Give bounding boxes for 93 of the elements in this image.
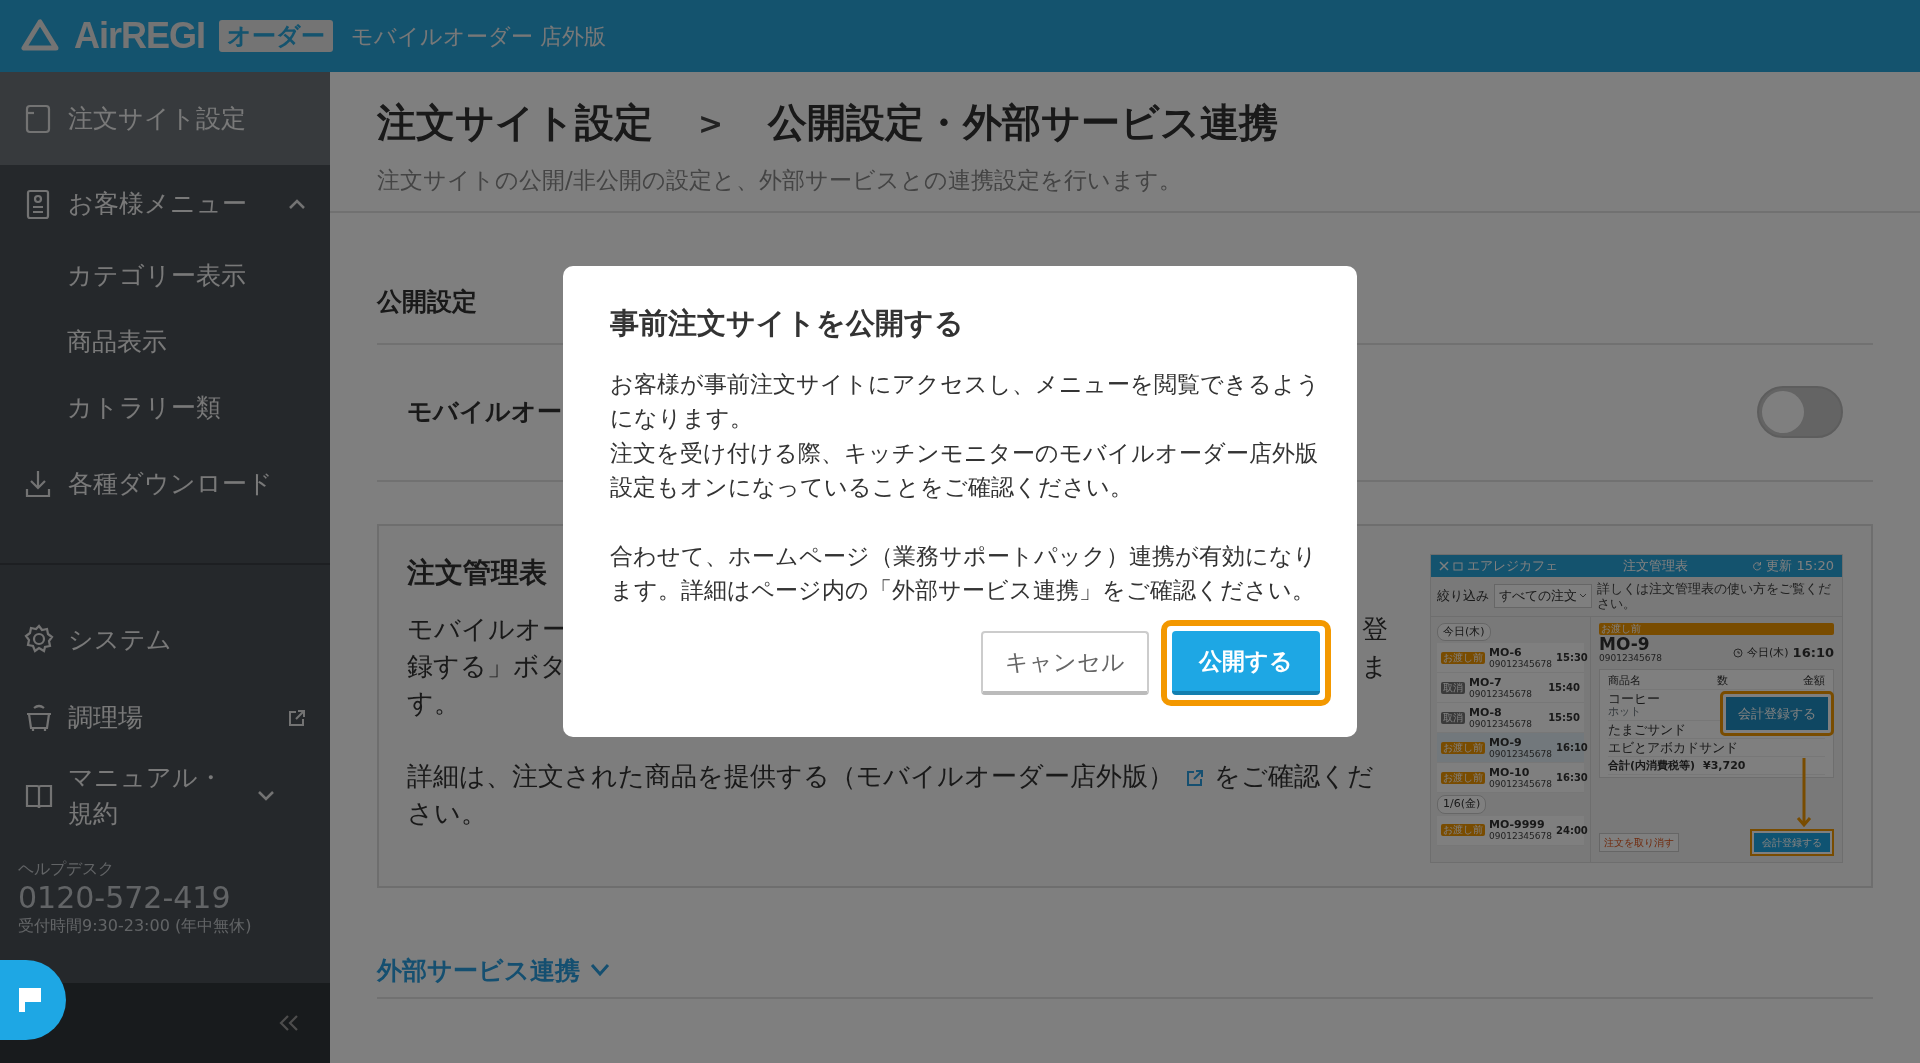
card-text: ま — [1361, 650, 1388, 684]
sidebar-subitem[interactable]: 商品表示 — [0, 309, 330, 375]
register-payment-button[interactable]: 会計登録する — [1754, 832, 1830, 852]
filter-select[interactable]: すべての注文 — [1494, 584, 1592, 608]
order-time: 15:50 — [1548, 711, 1580, 725]
gear-icon — [24, 624, 54, 656]
pot-icon — [24, 702, 54, 734]
date-chip: 1/6(金) — [1437, 795, 1487, 814]
status-tag: お渡し前 — [1599, 622, 1834, 635]
helpdesk-phone: 0120-572-419 — [18, 881, 232, 914]
sidebar-item[interactable]: システム — [0, 601, 330, 679]
logo-text: AirREGI — [74, 14, 206, 58]
helpdesk-hours: 受付時間9:30-23:00 (年中無休) — [18, 915, 253, 937]
order-number: MO-9999 — [1489, 819, 1546, 831]
page-title: 公開設定・外部サービス連携 — [768, 99, 1279, 147]
clock-icon — [1733, 647, 1743, 658]
logo-badge: オーダー — [219, 20, 334, 52]
help-link[interactable]: 注文された商品を提供する（モバイルオーダー店外版） — [512, 761, 1174, 792]
sidebar-item[interactable]: 各種ダウンロード — [0, 445, 330, 523]
publish-button[interactable]: 公開する — [1172, 630, 1320, 695]
order-number: MO-6 — [1489, 646, 1523, 659]
dialog-text: お客様が事前注文サイトにアクセスし、メニューを閲覧できるようになります。 — [610, 369, 1321, 434]
order-number: MO-9 — [1599, 634, 1651, 653]
phone-number: 09012345678 — [1489, 831, 1552, 841]
sidebar-item[interactable]: お客様メニュー — [0, 165, 330, 243]
card-paragraph: 詳細は、注文された商品を提供する（モバイルオーダー店外版） をご確認ください。 — [407, 760, 1375, 831]
page-description: 注文サイトの公開/非公開の設定と、外部サービスとの連携設定を行います。 — [377, 165, 1183, 195]
item-name: エビとアボカドサンド — [1608, 740, 1738, 754]
arrow-icon — [1796, 757, 1812, 828]
column-header: 金額 — [1803, 673, 1825, 687]
card-text: 録する」ボタ — [407, 650, 567, 684]
screen-title: 注文管理表 — [1622, 556, 1688, 575]
total-amount: ¥3,720 — [1703, 758, 1746, 772]
dialog-text: 合わせて、ホームページ（業務サポートパック）連携が有効になります。詳細はページ内の「外部サービス連携」をご確認ください。 — [610, 541, 1318, 606]
order-number: MO-7 — [1469, 676, 1503, 689]
column-header: 商品名 — [1608, 673, 1641, 687]
section-toggle-link[interactable]: 外部サービス連携 — [377, 951, 580, 989]
filter-label: 絞り込み — [1437, 587, 1489, 606]
breadcrumb-link[interactable]: 注文サイト設定 — [377, 94, 653, 153]
phone-number: 09012345678 — [1469, 688, 1532, 699]
total-label: 合計(内消費税等) — [1608, 758, 1696, 772]
store-name: エアレジカフェ — [1467, 556, 1558, 575]
toggle-switch[interactable] — [1757, 386, 1843, 438]
status-tag: お渡し前 — [1441, 824, 1485, 836]
phone-number: 09012345678 — [1489, 778, 1552, 789]
sidebar-item[interactable]: 調理場 — [0, 679, 330, 757]
pickup-day: 今日(木) — [1747, 644, 1789, 661]
setting-label: モバイルオー — [407, 396, 562, 429]
section-heading: 公開設定 — [377, 287, 477, 316]
phone-number: 09012345678 — [1489, 748, 1552, 759]
cancel-button[interactable]: キャンセル — [981, 630, 1149, 695]
collapse-icon[interactable] — [278, 1014, 300, 1032]
order-number: MO-9 — [1489, 736, 1523, 749]
dialog-title: 事前注文サイトを公開する — [610, 306, 965, 341]
item-name: コーヒー — [1608, 691, 1660, 705]
card-text: す。 — [407, 687, 460, 721]
refresh-icon — [1752, 560, 1763, 571]
chevron-up-icon — [288, 198, 306, 210]
chevron-down-icon — [257, 790, 275, 802]
pickup-time: 16:10 — [1792, 644, 1834, 662]
sidebar-subitem[interactable]: カトラリー類 — [0, 375, 330, 441]
update-time: 更新 15:20 — [1766, 556, 1834, 575]
status-tag: お渡し前 — [1441, 741, 1485, 754]
order-time: 15:40 — [1548, 681, 1580, 695]
dialog-text: 注文を受け付ける際、キッチンモニターのモバイルオーダー店外版設定もオンになっていることをご確認ください。 — [610, 438, 1319, 503]
status-tag: お渡し前 — [1441, 771, 1485, 784]
close-icon — [1439, 560, 1449, 571]
sidebar-subitem[interactable]: カテゴリー表示 — [0, 243, 330, 309]
flag-icon — [17, 986, 43, 1014]
order-number: MO-10 — [1489, 766, 1531, 779]
phone-number: 09012345678 — [1469, 718, 1532, 729]
logo-icon — [20, 18, 60, 54]
product-name: モバイルオーダー 店外版 — [351, 22, 607, 51]
external-link-icon — [288, 709, 306, 727]
card-text: 登 — [1362, 613, 1388, 647]
caret-icon — [1579, 593, 1587, 599]
column-header: 数 — [1716, 673, 1728, 687]
phone-number: 09012345678 — [1599, 652, 1662, 663]
external-link-icon — [1186, 768, 1204, 787]
phone-number: 09012345678 — [1489, 658, 1552, 669]
register-payment-button[interactable]: 会計登録する — [1726, 696, 1828, 730]
status-tag: お渡し前 — [1441, 651, 1485, 664]
item-name: たまごサンド — [1608, 722, 1686, 736]
order-number: MO-8 — [1469, 706, 1503, 719]
breadcrumb-separator: > — [698, 104, 724, 143]
sidebar-item[interactable]: マニュアル・規約 — [0, 757, 330, 835]
helpdesk-label: ヘルプデスク — [18, 858, 115, 880]
cancel-order-button[interactable]: 注文を取り消す — [1599, 832, 1679, 852]
card-heading: 注文管理表 — [407, 555, 547, 590]
sidebar-item[interactable]: 注文サイト設定 — [0, 72, 330, 165]
hint-text: 詳しくは注文管理表の使い方をご覧ください。 — [1597, 581, 1832, 611]
store-icon — [1453, 560, 1463, 571]
date-chip: 今日(木) — [1437, 622, 1491, 641]
